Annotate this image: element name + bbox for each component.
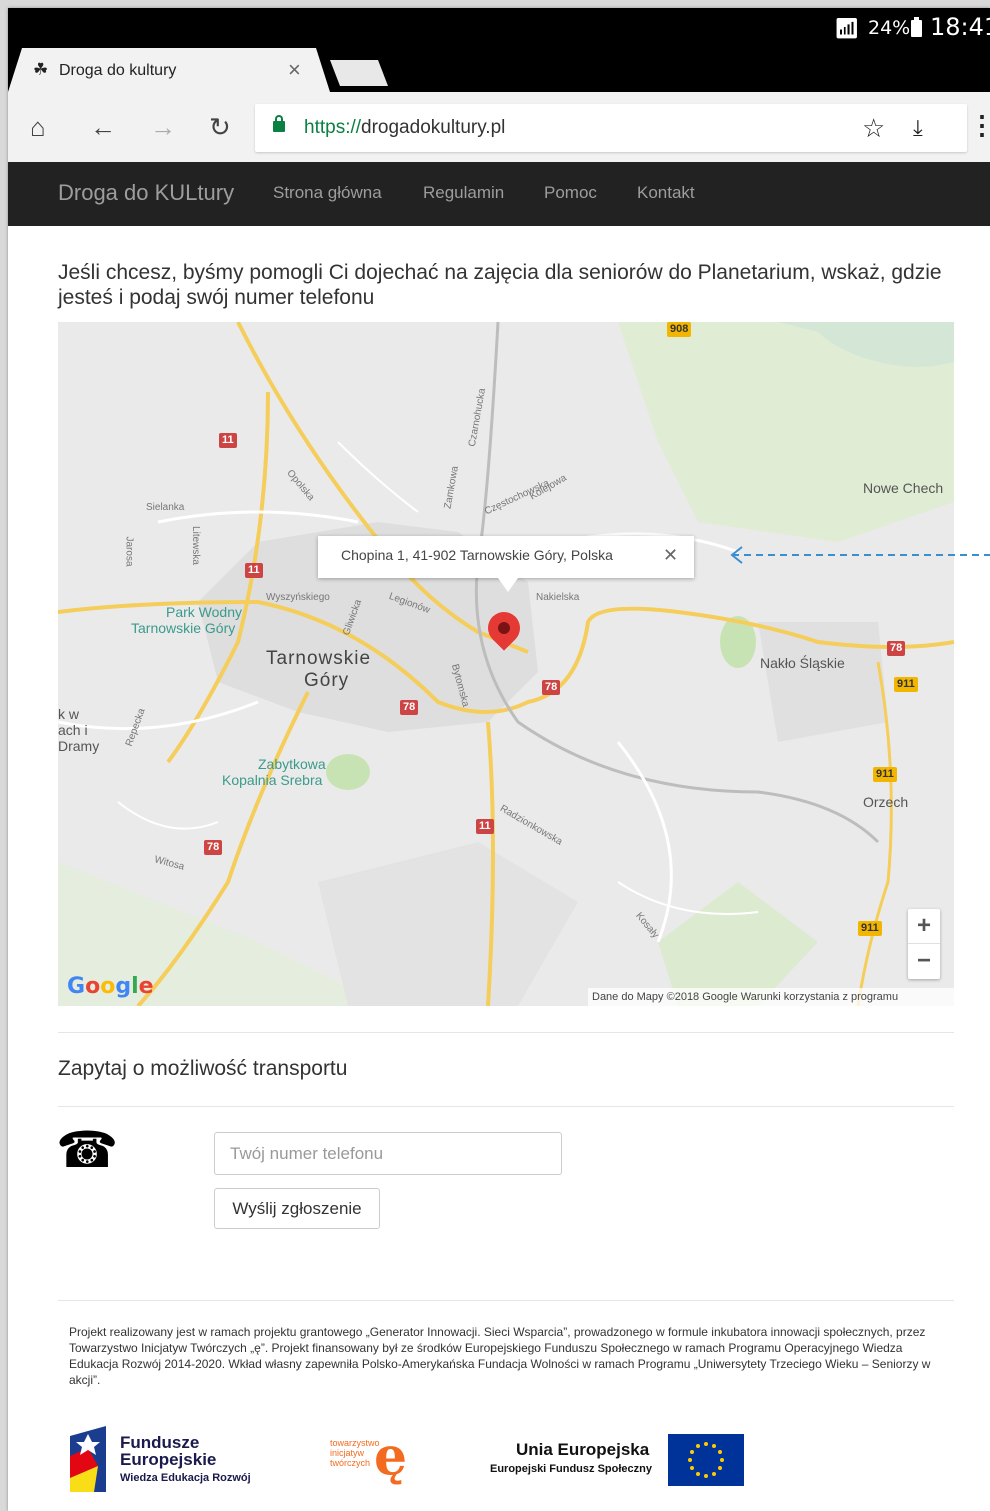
site-navbar: Droga do KULtury Strona główna Regulamin…	[8, 162, 990, 226]
ue-line-2: Europejski Fundusz Społeczny	[490, 1463, 652, 1475]
intro-text: Jeśli chcesz, byśmy pomogli Ci dojechać …	[58, 261, 942, 309]
favicon-icon: ☘	[33, 60, 49, 79]
street-label: Litewska	[189, 526, 201, 565]
address-bar[interactable]: https://drogadokultury.pl ☆ ⤓	[255, 104, 967, 152]
zoom-in-button[interactable]: +	[908, 909, 940, 944]
map-label-nowe: Nowe Chech	[863, 480, 944, 496]
forward-icon[interactable]: →	[150, 112, 176, 142]
wifi-icon: 📶︎	[834, 18, 860, 40]
eu-flag-icon	[668, 1434, 744, 1486]
map-label-orzech: Orzech	[863, 794, 909, 810]
reload-icon[interactable]: ↻	[209, 112, 231, 142]
fe-flag-icon	[70, 1426, 106, 1492]
street-label: Nakielska	[536, 592, 580, 603]
street-label: Wyszyńskiego	[266, 592, 330, 603]
tit-logo: towarzystwo inicjatyw twórczych ę	[330, 1426, 420, 1490]
divider	[58, 1300, 954, 1301]
dashed-arrow-annotation	[730, 546, 990, 564]
browser-window: 📶︎ 24% 18:41 ☘ Droga do kultury × ⌂ ← → …	[8, 8, 990, 1511]
map-label-city-2: Góry	[304, 670, 350, 691]
nav-pomoc[interactable]: Pomoc	[544, 183, 597, 203]
divider	[58, 1032, 954, 1033]
map-attribution[interactable]: Dane do Mapy ©2018 Google Warunki korzys…	[588, 988, 954, 1006]
map-label-park-2: Tarnowskie Góry	[131, 620, 236, 636]
urban-area-3	[318, 842, 578, 1006]
map-zoom-control: + −	[908, 909, 940, 979]
road-shield: 11	[219, 433, 237, 448]
road-shield: 911	[858, 921, 882, 936]
road-shield: 78	[887, 641, 906, 656]
road-shield: 78	[400, 700, 419, 715]
road-shield: 911	[873, 767, 897, 782]
transport-title: Zapytaj o możliwość transportu	[58, 1057, 348, 1080]
park-4	[326, 754, 370, 790]
more-menu-icon[interactable]: ⋮	[969, 110, 990, 141]
telephone-icon: ☎	[56, 1122, 119, 1178]
status-bar: 📶︎ 24% 18:41	[8, 8, 990, 44]
tab-drogadokultury[interactable]: ☘ Droga do kultury ×	[8, 48, 330, 92]
road-shield: 78	[542, 680, 561, 695]
forest-area	[618, 322, 954, 542]
ue-line-1: Unia Europejska	[516, 1440, 650, 1459]
map-label-kw-2: ach i	[58, 722, 88, 738]
map-label-naklo: Nakło Śląskie	[760, 655, 845, 671]
nav-regulamin[interactable]: Regulamin	[423, 183, 504, 203]
road-shield: 11	[476, 819, 494, 834]
back-icon[interactable]: ←	[90, 112, 116, 142]
tab-title: Droga do kultury	[59, 62, 177, 79]
map-info-window: Chopina 1, 41-902 Tarnowskie Góry, Polsk…	[318, 536, 694, 592]
road-shield: 908	[667, 322, 692, 337]
footer-text: Projekt realizowany jest w ramach projek…	[69, 1325, 931, 1387]
url-text[interactable]: https://drogadokultury.pl	[304, 117, 505, 139]
tit-small-text: towarzystwo inicjatyw twórczych	[330, 1438, 380, 1468]
zoom-out-button[interactable]: −	[908, 944, 940, 979]
battery-percent: 24%	[868, 17, 911, 39]
tit-letter: ę	[374, 1426, 408, 1487]
fe-line-3: Wiedza Edukacja Rozwój	[120, 1472, 251, 1484]
url-scheme: https://	[304, 117, 362, 138]
new-tab-button[interactable]	[330, 60, 388, 86]
fundusze-europejskie-logo: Fundusze Europejskie Wiedza Edukacja Roz…	[70, 1424, 270, 1494]
google-map[interactable]: Tarnowskie Góry Nowe Chech Nakło Śląskie…	[58, 322, 954, 1006]
road-shield: 78	[204, 840, 223, 855]
map-label-city: Tarnowskie	[266, 648, 372, 669]
map-label-park-1: Park Wodny	[166, 604, 242, 620]
street-label: Sielanka	[146, 502, 185, 513]
unia-europejska-logo: Unia Europejska Europejski Fundusz Społe…	[488, 1434, 748, 1494]
browser-toolbar: ⌂ ← → ↻ https://drogadokultury.pl ☆ ⤓ ⋮	[8, 92, 990, 162]
site-brand[interactable]: Droga do KULtury	[58, 180, 234, 206]
battery-icon	[911, 17, 922, 37]
road-shield: 911	[894, 677, 918, 692]
url-host: drogadokultury.pl	[361, 117, 506, 138]
submit-request-button[interactable]: Wyślij zgłoszenie	[214, 1188, 380, 1229]
fe-line-2: Europejskie	[120, 1450, 217, 1469]
bookmark-star-icon[interactable]: ☆	[862, 113, 885, 144]
divider	[58, 1106, 954, 1107]
fe-line-1: Fundusze	[120, 1433, 200, 1452]
urban-area-2	[758, 622, 888, 742]
info-window-address: Chopina 1, 41-902 Tarnowskie Góry, Polsk…	[341, 547, 613, 563]
map-label-zab-2: Kopalnia Srebra	[222, 772, 323, 788]
phone-number-input[interactable]	[214, 1132, 562, 1175]
map-label-zab-1: Zabytkowa	[258, 756, 326, 772]
road-shield: 11	[245, 563, 263, 578]
tab-bar: ☘ Droga do kultury ×	[8, 44, 990, 92]
street-label: Jarosa	[123, 536, 135, 567]
map-label-kw-1: k w	[58, 706, 79, 722]
info-window-close-icon[interactable]: ✕	[663, 545, 678, 566]
nav-strona-glowna[interactable]: Strona główna	[273, 183, 382, 203]
clock: 18:41	[930, 13, 990, 41]
lock-icon	[273, 115, 285, 132]
download-icon[interactable]: ⤓	[913, 115, 923, 141]
tab-close-icon[interactable]: ×	[288, 57, 301, 83]
home-icon[interactable]: ⌂	[30, 112, 46, 142]
google-logo: Google	[67, 974, 154, 999]
map-label-kw-3: Dramy	[58, 738, 100, 754]
nav-kontakt[interactable]: Kontakt	[637, 183, 695, 203]
